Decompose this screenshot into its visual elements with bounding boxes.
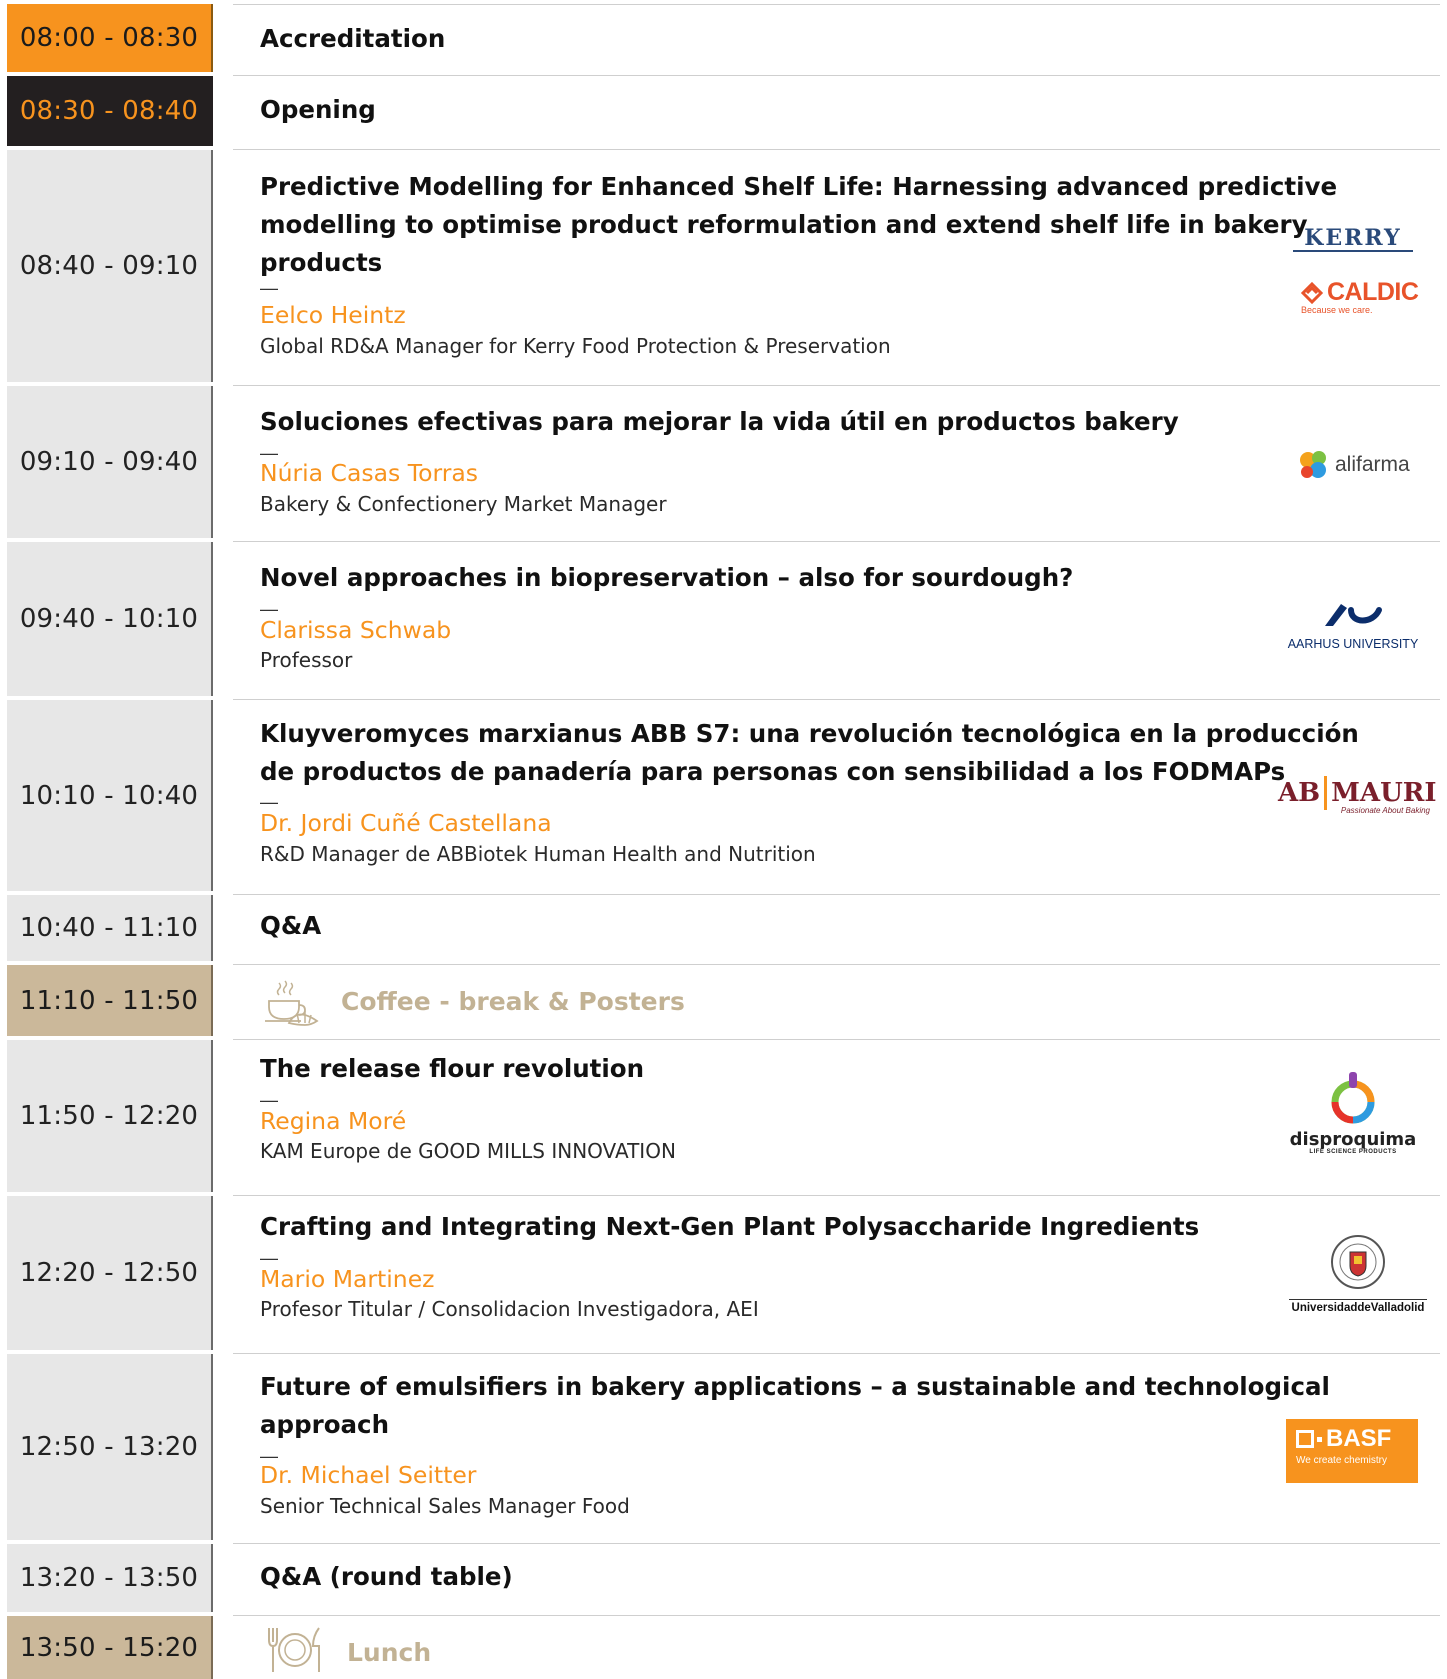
session-content: Novel approaches in biopreservation – al…	[233, 542, 1440, 700]
session-title: Crafting and Integrating Next-Gen Plant …	[260, 1212, 1200, 1241]
speaker-name: Eelco Heintz	[260, 301, 406, 329]
session-content: Q&A	[233, 895, 1440, 965]
disproquima-logo: disproquima LIFE SCIENCE PRODUCTS	[1283, 1070, 1423, 1155]
time-slot: 08:30 - 08:40	[7, 76, 213, 146]
break-label: Lunch	[347, 1638, 432, 1667]
schedule-row: 13:50 - 15:20 Lunch	[0, 1616, 1447, 1679]
session-title-line: Future of emulsifiers in bakery applicat…	[260, 1372, 1330, 1401]
speaker-role: Bakery & Confectionery Market Manager	[260, 492, 667, 516]
plate-cutlery-icon	[268, 1627, 320, 1672]
speaker-name: Dr. Jordi Cuñé Castellana	[260, 809, 552, 837]
session-title: Accreditation	[260, 24, 446, 53]
time-slot: 13:20 - 13:50	[7, 1544, 213, 1612]
session-content: Soluciones efectivas para mejorar la vid…	[233, 386, 1440, 542]
schedule-row: 10:10 - 10:40 Kluyveromyces marxianus AB…	[0, 700, 1447, 895]
session-title-line: approach	[260, 1410, 390, 1439]
schedule-row: 11:10 - 11:50 Coffee - break & Posters	[0, 965, 1447, 1040]
session-title: Novel approaches in biopreservation – al…	[260, 563, 1074, 592]
session-title: Future of emulsifiers in bakery applicat…	[260, 1368, 1330, 1444]
universidad-valladolid-logo: UniversidaddeValladolid	[1283, 1234, 1433, 1314]
logo-divider	[1324, 776, 1328, 810]
time-slot: 12:50 - 13:20	[7, 1354, 213, 1540]
time-slot: 12:20 - 12:50	[7, 1196, 213, 1350]
time-slot: 11:10 - 11:50	[7, 965, 213, 1036]
speaker-role: KAM Europe de GOOD MILLS INNOVATION	[260, 1139, 676, 1163]
speaker-name: Regina Moré	[260, 1107, 407, 1135]
basf-square-icon	[1296, 1430, 1314, 1448]
schedule-row: 09:10 - 09:40 Soluciones efectivas para …	[0, 386, 1447, 542]
schedule-row: 12:20 - 12:50 Crafting and Integrating N…	[0, 1196, 1447, 1354]
aarhus-mark-icon	[1325, 604, 1382, 626]
speaker-name: Clarissa Schwab	[260, 616, 452, 644]
separator-dash: —	[260, 278, 278, 298]
alifarma-logo: alifarma	[1297, 448, 1410, 482]
session-title-line: de productos de panadería para personas …	[260, 757, 1286, 786]
session-title: Q&A (round table)	[260, 1562, 513, 1591]
ab-mauri-logo: AB MAURI Passionate About Baking	[1278, 776, 1437, 815]
schedule-row: 08:00 - 08:30 Accreditation	[0, 4, 1447, 76]
session-content: Predictive Modelling for Enhanced Shelf …	[233, 150, 1440, 386]
schedule-row: 08:40 - 09:10 Predictive Modelling for E…	[0, 150, 1447, 386]
coffee-croissant-icon	[265, 980, 319, 1026]
kerry-logo: KERRY	[1293, 226, 1413, 252]
session-content: Q&A (round table)	[233, 1544, 1440, 1616]
speaker-name: Mario Martinez	[260, 1265, 435, 1293]
schedule-row: 09:40 - 10:10 Novel approaches in biopre…	[0, 542, 1447, 700]
caldic-mark-icon	[1301, 281, 1323, 304]
schedule-row: 13:20 - 13:50 Q&A (round table)	[0, 1544, 1447, 1616]
speaker-role: Professor	[260, 648, 353, 672]
alifarma-mark-icon	[1300, 451, 1326, 478]
session-title-line: Kluyveromyces marxianus ABB S7: una revo…	[260, 719, 1359, 748]
session-content: Lunch	[233, 1616, 1440, 1679]
session-title: Predictive Modelling for Enhanced Shelf …	[260, 168, 1337, 282]
session-content: Opening	[233, 76, 1440, 150]
disproquima-mark-icon	[1331, 1072, 1375, 1124]
schedule-row: 12:50 - 13:20 Future of emulsifiers in b…	[0, 1354, 1447, 1544]
caldic-logo: CALDIC Because we care.	[1301, 278, 1419, 315]
session-content: Coffee - break & Posters	[233, 965, 1440, 1040]
session-title: Soluciones efectivas para mejorar la vid…	[260, 407, 1179, 436]
time-slot: 09:10 - 09:40	[7, 386, 213, 538]
time-slot: 13:50 - 15:20	[7, 1616, 213, 1679]
session-title: Kluyveromyces marxianus ABB S7: una revo…	[260, 715, 1359, 791]
speaker-role: R&D Manager de ABBiotek Human Health and…	[260, 842, 816, 866]
speaker-name: Dr. Michael Seitter	[260, 1461, 477, 1489]
session-content: Accreditation	[233, 4, 1440, 76]
session-title: Opening	[260, 95, 376, 124]
time-slot: 09:40 - 10:10	[7, 542, 213, 696]
aarhus-university-logo: AARHUS UNIVERSITY	[1283, 600, 1423, 651]
session-title: Q&A	[260, 911, 322, 940]
session-title: The release flour revolution	[260, 1054, 645, 1083]
time-slot: 10:10 - 10:40	[7, 700, 213, 891]
schedule-row: 11:50 - 12:20 The release flour revoluti…	[0, 1040, 1447, 1196]
schedule-row: 10:40 - 11:10 Q&A	[0, 895, 1447, 965]
time-slot: 11:50 - 12:20	[7, 1040, 213, 1192]
speaker-name: Núria Casas Torras	[260, 459, 478, 487]
time-slot: 10:40 - 11:10	[7, 895, 213, 961]
session-content: Kluyveromyces marxianus ABB S7: una revo…	[233, 700, 1440, 895]
session-title-line: products	[260, 248, 383, 277]
session-content: Crafting and Integrating Next-Gen Plant …	[233, 1196, 1440, 1354]
speaker-role: Profesor Titular / Consolidacion Investi…	[260, 1297, 759, 1321]
basf-logo: BASF We create chemistry	[1286, 1419, 1418, 1483]
break-label: Coffee - break & Posters	[341, 987, 685, 1016]
speaker-role: Global RD&A Manager for Kerry Food Prote…	[260, 334, 891, 358]
university-seal-icon	[1331, 1235, 1385, 1289]
time-slot: 08:00 - 08:30	[7, 4, 213, 72]
session-content: The release flour revolution — Regina Mo…	[233, 1040, 1440, 1196]
speaker-role: Senior Technical Sales Manager Food	[260, 1494, 630, 1518]
schedule-row: 08:30 - 08:40 Opening	[0, 76, 1447, 150]
session-title-line: Predictive Modelling for Enhanced Shelf …	[260, 172, 1338, 201]
session-content: Future of emulsifiers in bakery applicat…	[233, 1354, 1440, 1544]
session-title-line: modelling to optimise product reformulat…	[260, 210, 1308, 239]
time-slot: 08:40 - 09:10	[7, 150, 213, 382]
